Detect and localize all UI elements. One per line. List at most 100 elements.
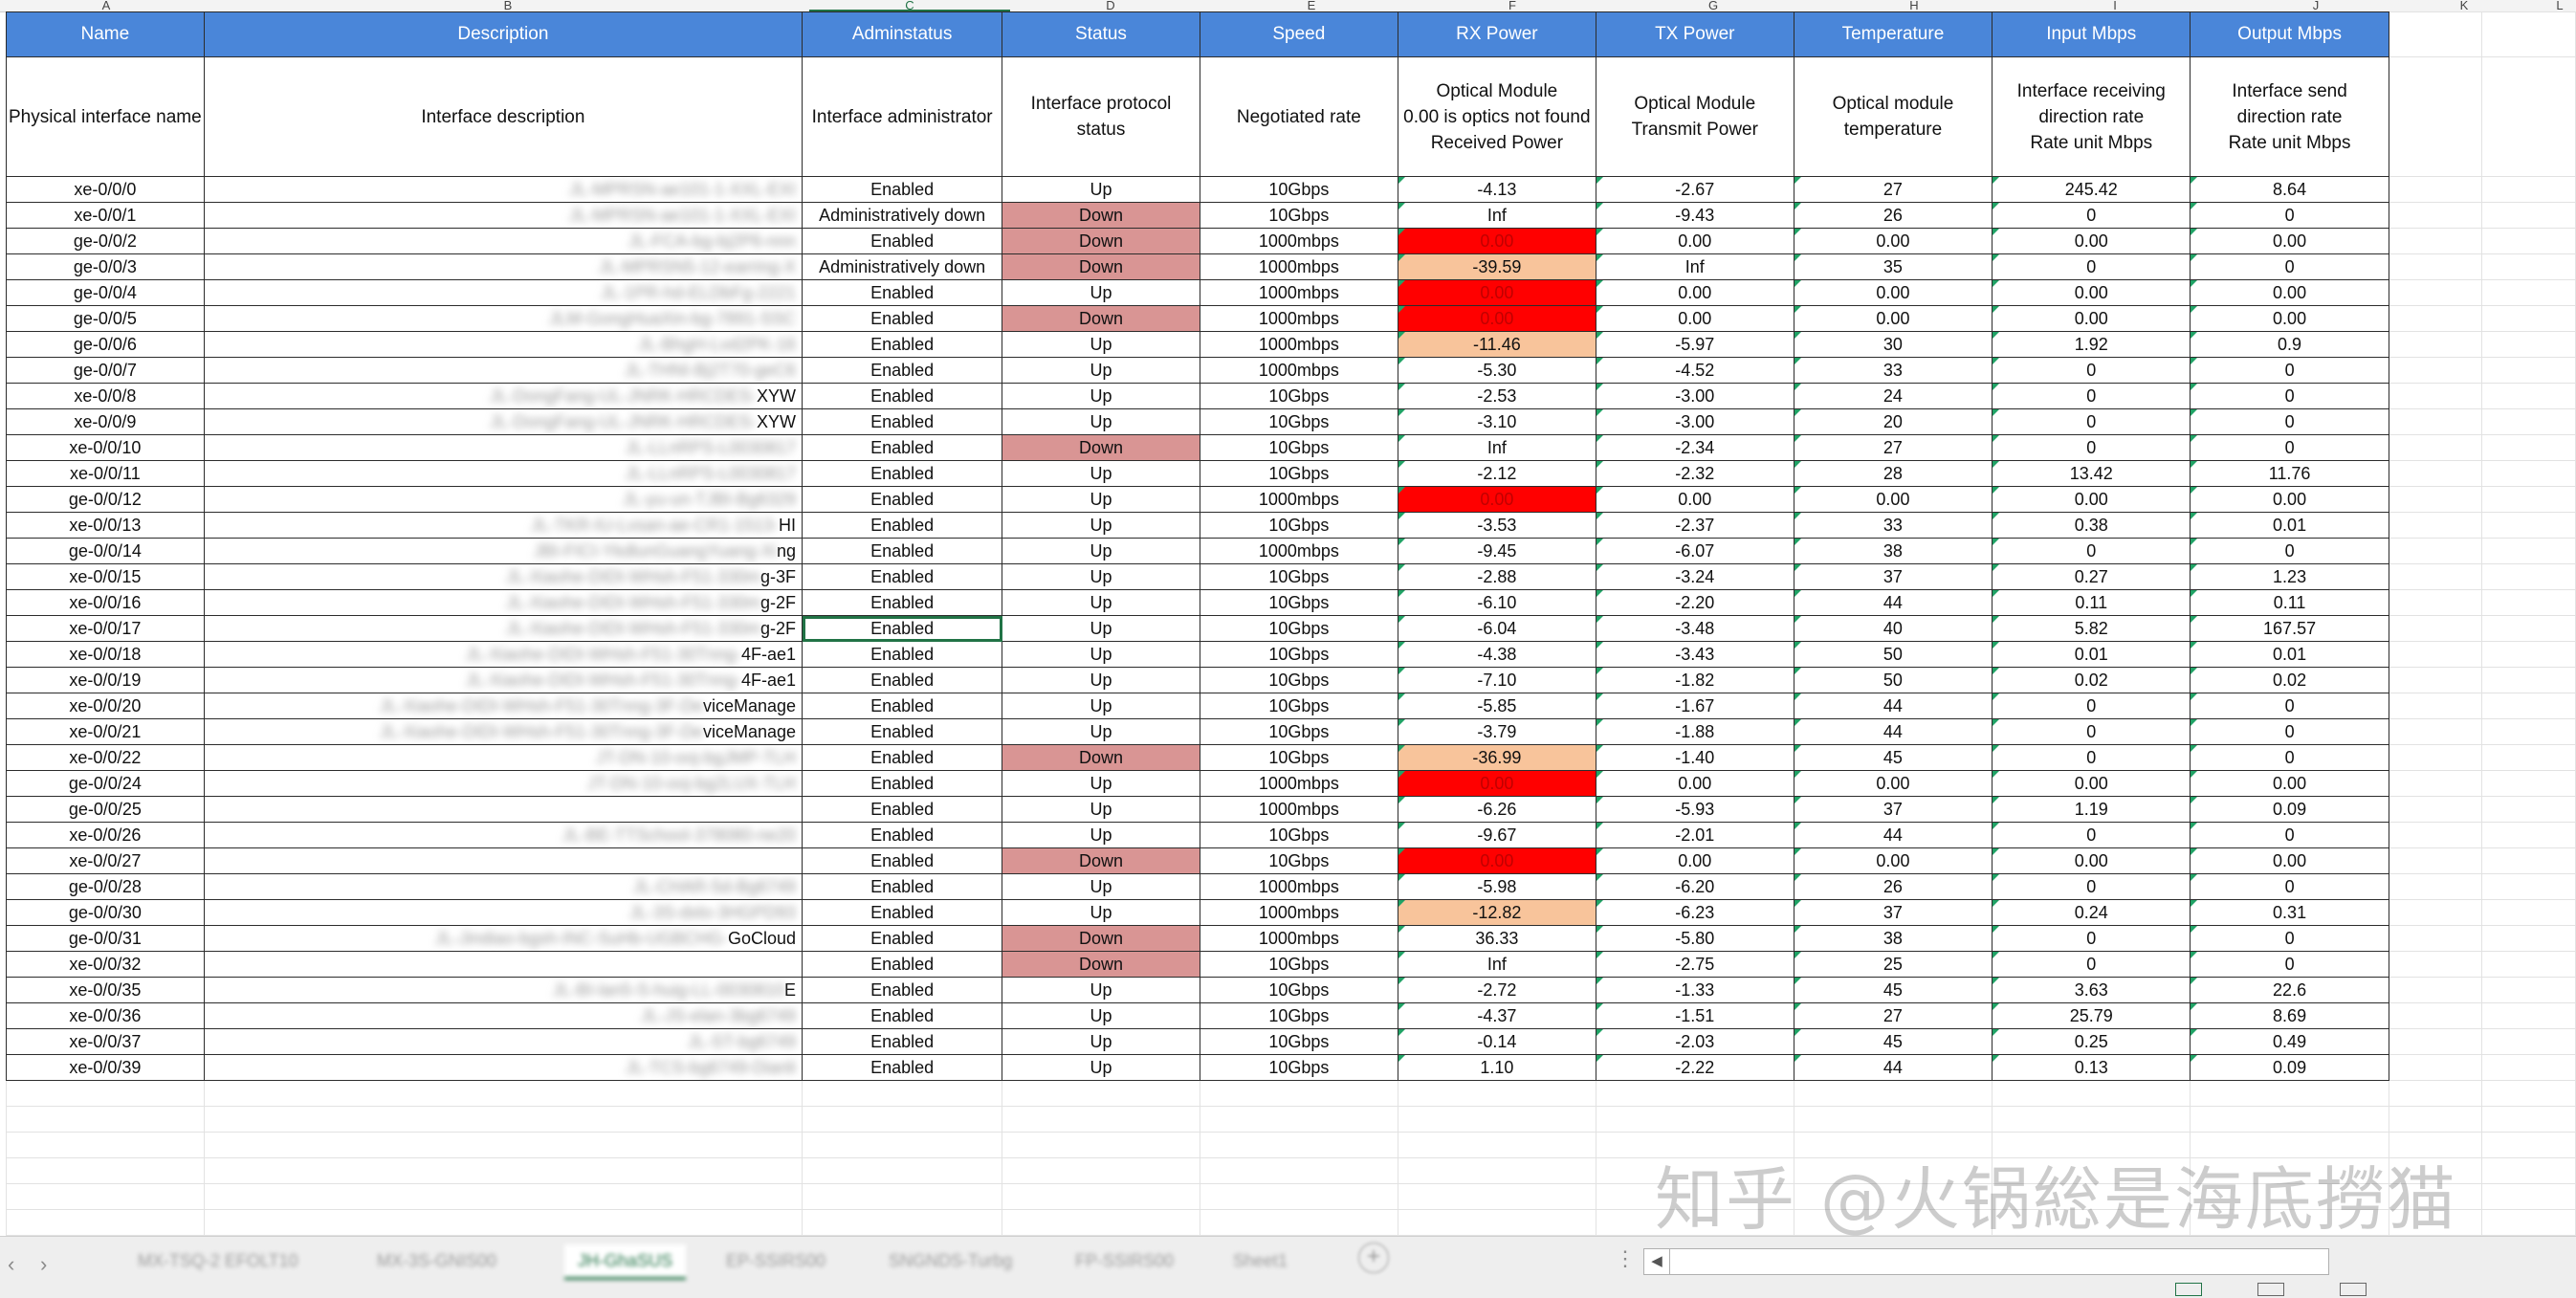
speed-cell[interactable]: 10Gbps xyxy=(1199,641,1398,668)
speed-cell[interactable]: 1000mbps xyxy=(1199,253,1398,280)
interface-name-cell[interactable]: ge-0/0/7 xyxy=(6,357,205,384)
output-mbps-cell[interactable]: 0.00 xyxy=(2190,305,2389,332)
speed-cell[interactable]: 10Gbps xyxy=(1199,589,1398,616)
empty-cell[interactable] xyxy=(1793,1106,1993,1133)
interface-name-cell[interactable]: xe-0/0/9 xyxy=(6,408,205,435)
output-mbps-cell[interactable]: 11.76 xyxy=(2190,460,2389,487)
empty-cell[interactable] xyxy=(2388,718,2483,745)
input-mbps-cell[interactable]: 0.00 xyxy=(1992,486,2191,513)
temperature-cell[interactable]: 45 xyxy=(1793,977,1993,1003)
interface-name-cell[interactable]: ge-0/0/12 xyxy=(6,486,205,513)
description-cell[interactable]: JT-DN-10-ooj-bg2LUX-TLH xyxy=(203,770,804,797)
input-mbps-cell[interactable]: 0 xyxy=(1992,873,2191,900)
interface-name-cell[interactable]: xe-0/0/8 xyxy=(6,383,205,409)
description-cell[interactable]: JL-Xiaohe-DIDI-WHsh-F51-330mg-3F xyxy=(203,563,804,590)
description-cell-desc[interactable]: Interface description xyxy=(203,56,804,177)
column-letter-f[interactable]: F xyxy=(1412,0,1613,11)
speed-cell[interactable]: 10Gbps xyxy=(1199,460,1398,487)
empty-cell[interactable] xyxy=(6,1132,205,1158)
description-cell[interactable] xyxy=(203,951,804,978)
protocol-status-cell[interactable]: Down xyxy=(1002,305,1200,332)
admin-status-cell[interactable]: Enabled xyxy=(802,744,1003,771)
interface-name-cell[interactable]: xe-0/0/22 xyxy=(6,744,205,771)
empty-cell[interactable] xyxy=(802,1209,1003,1236)
tx-power-cell[interactable]: -2.01 xyxy=(1595,822,1794,848)
normal-view-icon[interactable] xyxy=(2175,1283,2202,1296)
empty-cell[interactable] xyxy=(1793,1080,1993,1107)
output-mbps-cell[interactable]: 0.9 xyxy=(2190,331,2389,358)
description-cell[interactable]: JL-yu-un-TJBI-Bg6329 xyxy=(203,486,804,513)
output-mbps-cell[interactable]: 0.00 xyxy=(2190,770,2389,797)
empty-cell[interactable] xyxy=(2388,899,2483,926)
empty-cell[interactable] xyxy=(2388,563,2483,590)
empty-cell[interactable] xyxy=(2481,641,2576,668)
rx-power-cell[interactable]: 0.00 xyxy=(1397,486,1596,513)
protocol-status-cell[interactable]: Up xyxy=(1002,873,1200,900)
speed-cell[interactable]: 10Gbps xyxy=(1199,434,1398,461)
admin-status-cell[interactable]: Enabled xyxy=(802,1028,1003,1055)
interface-name-cell[interactable]: xe-0/0/13 xyxy=(6,512,205,539)
rx-power-cell[interactable]: 0.00 xyxy=(1397,279,1596,306)
speed-cell[interactable]: 10Gbps xyxy=(1199,1002,1398,1029)
page-break-icon[interactable] xyxy=(2340,1283,2367,1296)
output-mbps-cell[interactable]: 0.31 xyxy=(2190,899,2389,926)
interface-name-cell[interactable]: xe-0/0/19 xyxy=(6,667,205,693)
admin-status-cell[interactable]: Enabled xyxy=(802,486,1003,513)
protocol-status-cell[interactable]: Up xyxy=(1002,693,1200,719)
interface-name-cell[interactable]: xe-0/0/20 xyxy=(6,693,205,719)
description-cell[interactable]: JL-Xiaohe-DIDI-WHsh-F51-30Tnng-4F-ae1 xyxy=(203,641,804,668)
rx-power-cell[interactable]: -3.79 xyxy=(1397,718,1596,745)
rx-power-cell[interactable]: -5.85 xyxy=(1397,693,1596,719)
tx-power-cell[interactable]: -4.52 xyxy=(1595,357,1794,384)
empty-cell[interactable] xyxy=(2388,925,2483,952)
rx-power-cell[interactable]: -5.30 xyxy=(1397,357,1596,384)
description-cell-out[interactable]: Interface send direction rate Rate unit … xyxy=(2190,56,2389,177)
empty-cell[interactable] xyxy=(6,1157,205,1184)
tx-power-cell[interactable]: -5.93 xyxy=(1595,796,1794,823)
protocol-status-cell[interactable]: Up xyxy=(1002,408,1200,435)
interface-name-cell[interactable]: xe-0/0/0 xyxy=(6,176,205,203)
description-cell-admin[interactable]: Interface administrator xyxy=(802,56,1003,177)
empty-cell[interactable] xyxy=(2481,873,2576,900)
protocol-status-cell[interactable]: Down xyxy=(1002,847,1200,874)
empty-cell[interactable] xyxy=(2481,538,2576,564)
output-mbps-cell[interactable]: 167.57 xyxy=(2190,615,2389,642)
temperature-cell[interactable]: 50 xyxy=(1793,641,1993,668)
speed-cell[interactable]: 1000mbps xyxy=(1199,770,1398,797)
speed-cell[interactable]: 1000mbps xyxy=(1199,357,1398,384)
description-cell-name[interactable]: Physical interface name xyxy=(6,56,205,177)
protocol-status-cell[interactable]: Up xyxy=(1002,667,1200,693)
sheet-tab[interactable]: SNGNDS-Turbg xyxy=(875,1244,1025,1277)
description-cell[interactable]: JL-BhgH-Lvd2PK-16 xyxy=(203,331,804,358)
speed-cell[interactable]: 10Gbps xyxy=(1199,1028,1398,1055)
rx-power-cell[interactable]: -0.14 xyxy=(1397,1028,1596,1055)
rx-power-cell[interactable]: Inf xyxy=(1397,951,1596,978)
protocol-status-cell[interactable]: Down xyxy=(1002,434,1200,461)
interface-name-cell[interactable]: xe-0/0/17 xyxy=(6,615,205,642)
empty-cell[interactable] xyxy=(2388,770,2483,797)
rx-power-cell[interactable]: -6.26 xyxy=(1397,796,1596,823)
admin-status-cell[interactable]: Enabled xyxy=(802,796,1003,823)
empty-cell[interactable] xyxy=(2481,1132,2576,1158)
output-mbps-cell[interactable]: 0.09 xyxy=(2190,796,2389,823)
empty-cell[interactable] xyxy=(203,1157,804,1184)
empty-cell[interactable] xyxy=(2481,331,2576,358)
input-mbps-cell[interactable]: 0.25 xyxy=(1992,1028,2191,1055)
admin-status-cell[interactable]: Enabled xyxy=(802,693,1003,719)
temperature-cell[interactable]: 33 xyxy=(1793,512,1993,539)
empty-cell[interactable] xyxy=(2388,744,2483,771)
empty-cell[interactable] xyxy=(2388,693,2483,719)
description-cell-rx[interactable]: Optical Module 0.00 is optics not found … xyxy=(1397,56,1596,177)
empty-cell[interactable] xyxy=(2481,176,2576,203)
empty-cell[interactable] xyxy=(1199,1132,1398,1158)
temperature-cell[interactable]: 0.00 xyxy=(1793,486,1993,513)
admin-status-cell[interactable]: Enabled xyxy=(802,357,1003,384)
admin-status-cell[interactable]: Enabled xyxy=(802,434,1003,461)
empty-cell[interactable] xyxy=(2481,434,2576,461)
empty-cell[interactable] xyxy=(2481,460,2576,487)
temperature-cell[interactable]: 38 xyxy=(1793,538,1993,564)
data-grid[interactable]: Name Description Adminstatus Status Speed RX … xyxy=(6,11,2576,1236)
speed-cell[interactable]: 10Gbps xyxy=(1199,563,1398,590)
input-mbps-cell[interactable]: 25.79 xyxy=(1992,1002,2191,1029)
output-mbps-cell[interactable]: 0.01 xyxy=(2190,641,2389,668)
